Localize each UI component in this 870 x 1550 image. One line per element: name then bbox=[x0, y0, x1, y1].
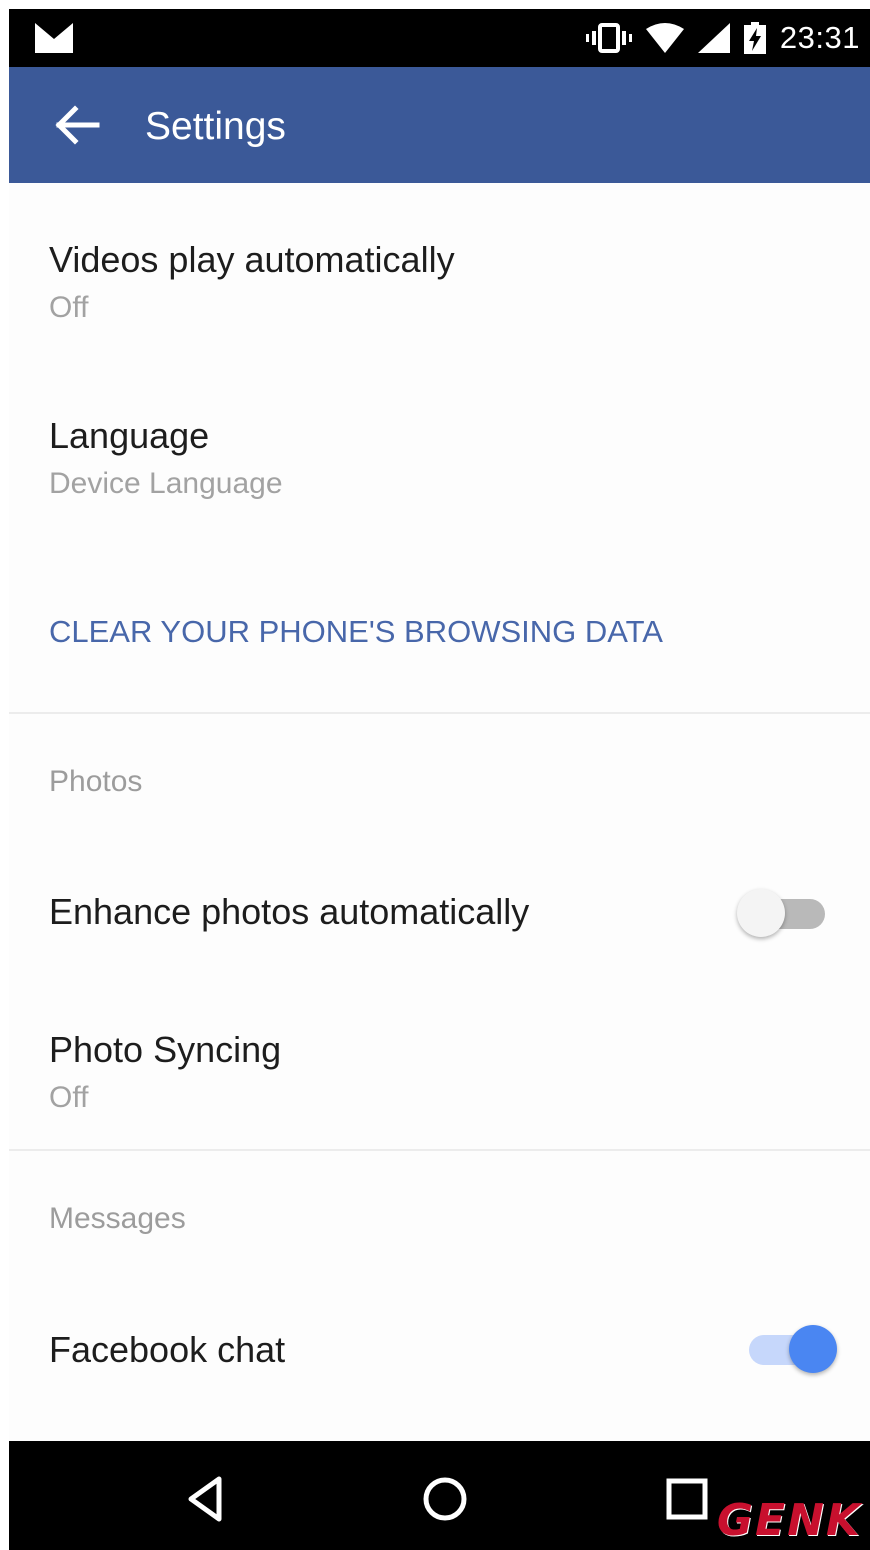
setting-title: Facebook chat bbox=[49, 1329, 286, 1370]
section-header-messages: Messages bbox=[49, 1202, 186, 1235]
setting-language[interactable]: Language Device Language bbox=[9, 387, 870, 507]
signal-icon bbox=[697, 23, 730, 53]
battery-charging-icon bbox=[743, 22, 766, 54]
divider bbox=[9, 1149, 870, 1151]
recents-square-icon[interactable] bbox=[659, 1471, 715, 1527]
toggle-thumb bbox=[737, 889, 785, 937]
setting-value: Off bbox=[49, 1081, 89, 1114]
setting-videos-autoplay[interactable]: Videos play automatically Off bbox=[9, 211, 870, 331]
status-bar: 23:31 bbox=[9, 9, 870, 67]
divider bbox=[9, 712, 870, 714]
toggle-thumb bbox=[789, 1325, 837, 1373]
app-bar: Settings bbox=[9, 67, 870, 183]
setting-facebook-chat[interactable]: Facebook chat bbox=[9, 1299, 870, 1399]
watermark-logo: GENK bbox=[716, 1495, 862, 1546]
setting-title: Photo Syncing bbox=[49, 1029, 282, 1070]
section-header-photos: Photos bbox=[49, 765, 143, 798]
clear-browsing-data-button[interactable]: CLEAR YOUR PHONE'S BROWSING DATA bbox=[49, 614, 663, 650]
setting-photo-syncing[interactable]: Photo Syncing Off bbox=[9, 1001, 870, 1121]
page-title: Settings bbox=[145, 105, 286, 148]
setting-title: Enhance photos automatically bbox=[49, 891, 530, 932]
setting-title: Videos play automatically bbox=[49, 239, 455, 280]
home-circle-icon[interactable] bbox=[417, 1471, 473, 1527]
setting-title: Language bbox=[49, 415, 210, 456]
navigation-bar: GENK bbox=[9, 1441, 870, 1550]
gmail-icon bbox=[35, 23, 73, 53]
setting-enhance-photos[interactable]: Enhance photos automatically bbox=[9, 863, 870, 963]
facebook-chat-toggle[interactable] bbox=[741, 1321, 837, 1377]
phone-screen: 23:31 Settings Videos play automatically… bbox=[9, 9, 870, 1550]
vibrate-icon bbox=[585, 23, 632, 53]
setting-value: Device Language bbox=[49, 467, 283, 500]
back-triangle-icon[interactable] bbox=[179, 1471, 235, 1527]
setting-value: Off bbox=[49, 291, 89, 324]
enhance-photos-toggle[interactable] bbox=[737, 885, 833, 941]
wifi-icon bbox=[645, 23, 684, 53]
arrow-left-icon[interactable] bbox=[53, 105, 101, 145]
status-icons: 23:31 bbox=[585, 9, 860, 67]
status-time: 23:31 bbox=[779, 20, 860, 55]
